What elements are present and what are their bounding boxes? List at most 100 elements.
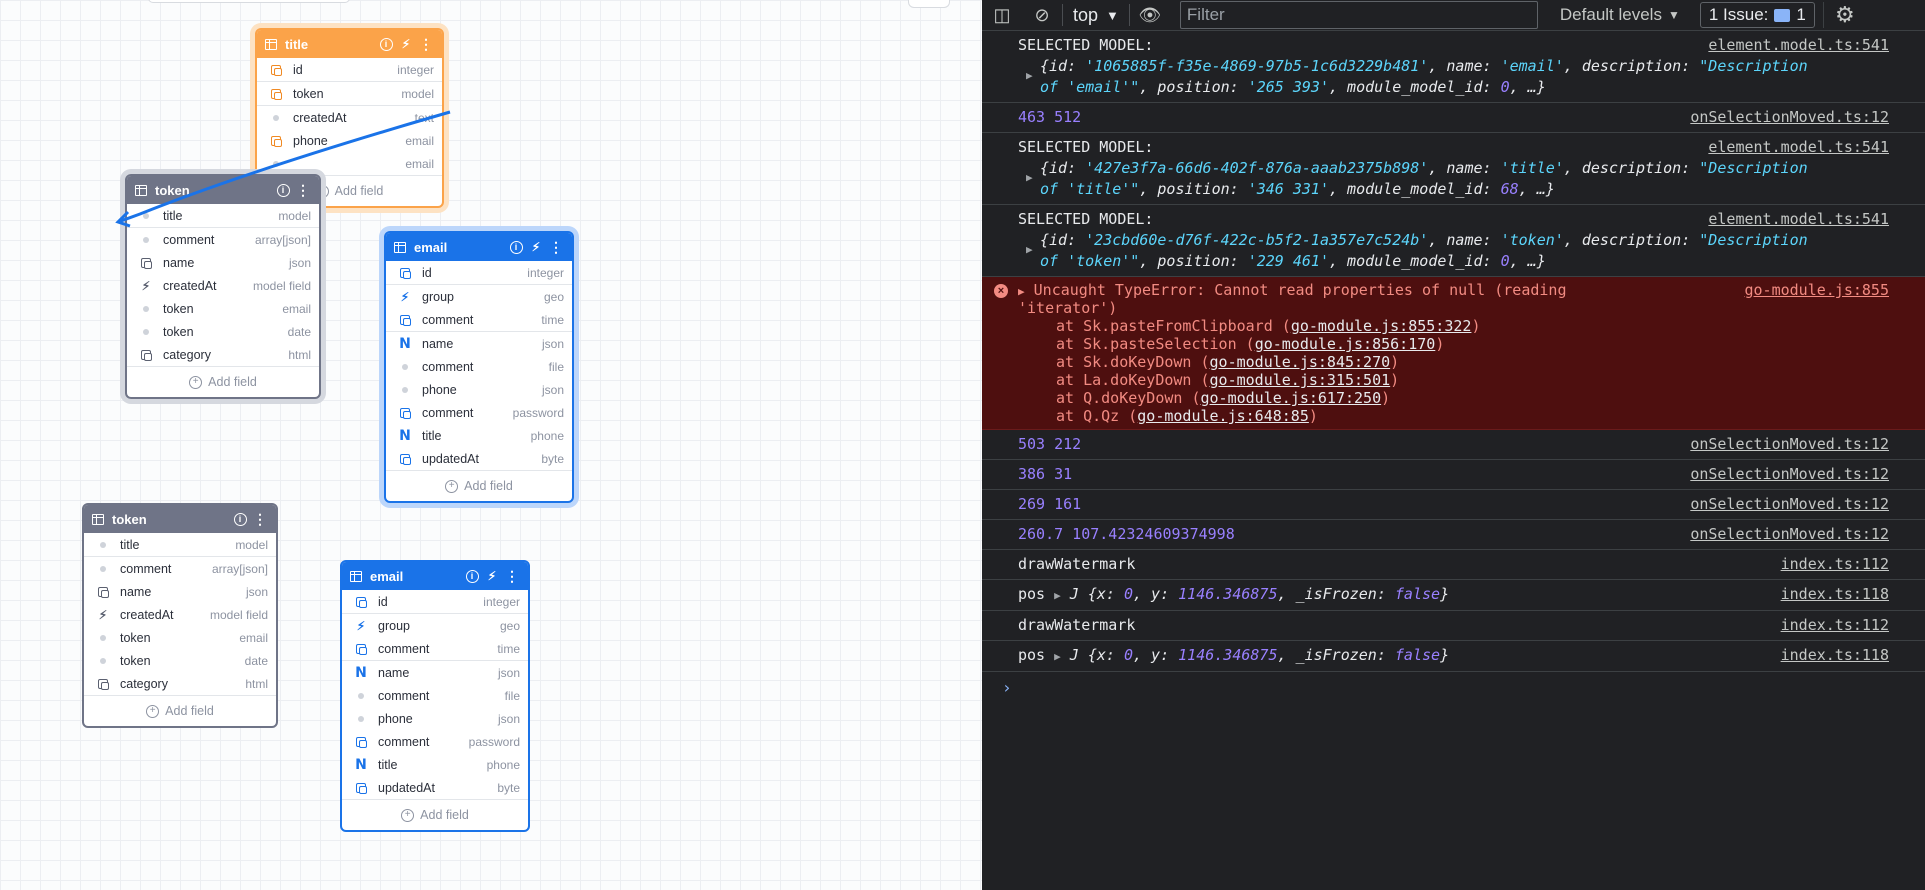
lightning-icon[interactable]: ⚡︎ bbox=[528, 239, 544, 255]
add-field-button[interactable]: + Add field bbox=[342, 799, 528, 830]
field-row[interactable]: comment time bbox=[342, 637, 528, 660]
field-row[interactable]: category html bbox=[84, 672, 276, 695]
object-preview[interactable]: J {x: 0, y: 1146.346875, _isFrozen: fals… bbox=[1070, 585, 1449, 603]
more-icon[interactable]: ⋮ bbox=[504, 568, 520, 584]
expand-triangle-icon[interactable]: ▶ bbox=[1026, 239, 1033, 260]
expand-triangle-icon[interactable]: ▶ bbox=[1026, 65, 1033, 86]
gear-icon[interactable]: ⚙ bbox=[1822, 2, 1866, 28]
field-row[interactable]: createdAt text bbox=[257, 105, 442, 129]
stack-location-link[interactable]: go-module.js:856:170 bbox=[1255, 335, 1436, 353]
field-row[interactable]: updatedAt byte bbox=[342, 776, 528, 799]
stack-location-link[interactable]: go-module.js:315:501 bbox=[1210, 371, 1391, 389]
expand-triangle-icon[interactable]: ▶ bbox=[1054, 650, 1061, 663]
field-row[interactable]: token email bbox=[127, 297, 319, 320]
more-icon[interactable]: ⋮ bbox=[252, 511, 268, 527]
entity-card-token-selected[interactable]: token i ⋮ title model comment array[json] name j… bbox=[125, 174, 321, 399]
log-source-link[interactable]: index.ts:112 bbox=[1781, 554, 1889, 575]
entity-card-email[interactable]: email i ⚡︎ ⋮ id integer ⚡︎ group geo comment time N… bbox=[340, 560, 530, 832]
filter-input[interactable]: Filter bbox=[1179, 1, 1538, 29]
field-row[interactable]: email bbox=[257, 152, 442, 175]
field-row[interactable]: ⚡︎ createdAt model field bbox=[84, 603, 276, 626]
info-icon[interactable]: i bbox=[275, 182, 291, 198]
field-row[interactable]: comment password bbox=[386, 401, 572, 424]
card-header[interactable]: token i ⋮ bbox=[127, 176, 319, 204]
field-row[interactable]: comment file bbox=[386, 355, 572, 378]
stack-location-link[interactable]: go-module.js:648:85 bbox=[1137, 407, 1309, 425]
log-source-link[interactable]: onSelectionMoved.ts:12 bbox=[1690, 107, 1889, 128]
field-row[interactable]: phone json bbox=[342, 707, 528, 730]
log-source-link[interactable]: onSelectionMoved.ts:12 bbox=[1690, 524, 1889, 545]
log-source-link[interactable]: index.ts:118 bbox=[1781, 584, 1889, 605]
log-source-link[interactable]: element.model.ts:541 bbox=[1708, 209, 1889, 230]
field-row[interactable]: ⚡︎ createdAt model field bbox=[127, 274, 319, 297]
field-row[interactable]: title model bbox=[127, 204, 319, 227]
more-icon[interactable]: ⋮ bbox=[418, 36, 434, 52]
clear-console-icon[interactable]: ⊘ bbox=[1022, 5, 1062, 26]
field-row[interactable]: id integer bbox=[257, 58, 442, 81]
field-row[interactable]: comment array[json] bbox=[127, 227, 319, 251]
field-row[interactable]: ⚡︎ group geo bbox=[342, 613, 528, 637]
add-field-button[interactable]: + Add field bbox=[386, 470, 572, 501]
field-row[interactable]: phone email bbox=[257, 129, 442, 152]
console-prompt[interactable]: › bbox=[982, 672, 1925, 703]
info-icon[interactable]: i bbox=[464, 568, 480, 584]
object-preview[interactable]: {id: '427e3f7a-66d6-402f-876a-aaab2375b8… bbox=[1018, 158, 1905, 179]
object-preview[interactable]: J {x: 0, y: 1146.346875, _isFrozen: fals… bbox=[1070, 646, 1449, 664]
field-row[interactable]: token email bbox=[84, 626, 276, 649]
field-row[interactable]: comment file bbox=[342, 684, 528, 707]
log-source-link[interactable]: element.model.ts:541 bbox=[1708, 35, 1889, 56]
field-row[interactable]: name json bbox=[127, 251, 319, 274]
log-source-link[interactable]: go-module.js:855 bbox=[1745, 281, 1890, 299]
expand-triangle-icon[interactable]: ▶ bbox=[1054, 589, 1061, 602]
field-row[interactable]: Nname json bbox=[386, 331, 572, 355]
object-preview[interactable]: {id: '1065885f-f35e-4869-97b5-1c6d3229b4… bbox=[1018, 56, 1905, 77]
entity-card-email-selected[interactable]: email i ⚡︎ ⋮ id integer ⚡︎ group geo comment time N… bbox=[384, 231, 574, 503]
log-source-link[interactable]: onSelectionMoved.ts:12 bbox=[1690, 494, 1889, 515]
log-source-link[interactable]: element.model.ts:541 bbox=[1708, 137, 1889, 158]
info-icon[interactable]: i bbox=[508, 239, 524, 255]
log-source-link[interactable]: onSelectionMoved.ts:12 bbox=[1690, 464, 1889, 485]
field-row[interactable]: token date bbox=[127, 320, 319, 343]
lightning-icon[interactable]: ⚡︎ bbox=[484, 568, 500, 584]
field-row[interactable]: Ntitle phone bbox=[342, 753, 528, 776]
info-icon[interactable]: i bbox=[232, 511, 248, 527]
entity-card-token[interactable]: token i ⋮ title model comment array[json] name j… bbox=[82, 503, 278, 728]
field-row[interactable]: updatedAt byte bbox=[386, 447, 572, 470]
lightning-icon[interactable]: ⚡︎ bbox=[398, 36, 414, 52]
eye-icon[interactable]: 👁 bbox=[1130, 5, 1170, 26]
issues-button[interactable]: 1 Issue: 1 bbox=[1699, 2, 1815, 28]
card-header[interactable]: title i ⚡︎ ⋮ bbox=[257, 30, 442, 58]
log-source-link[interactable]: onSelectionMoved.ts:12 bbox=[1690, 434, 1889, 455]
field-row[interactable]: id integer bbox=[386, 261, 572, 284]
log-source-link[interactable]: index.ts:118 bbox=[1781, 645, 1889, 666]
context-selector[interactable]: top ▼ bbox=[1063, 5, 1129, 26]
sidebar-toggle-icon[interactable]: ◫ bbox=[982, 5, 1022, 26]
object-preview[interactable]: {id: '23cbd60e-d76f-422c-b5f2-1a357e7c52… bbox=[1018, 230, 1905, 251]
card-header[interactable]: email i ⚡︎ ⋮ bbox=[386, 233, 572, 261]
card-header[interactable]: token i ⋮ bbox=[84, 505, 276, 533]
log-levels-dropdown[interactable]: Default levels ▼ bbox=[1548, 5, 1692, 25]
field-row[interactable]: Nname json bbox=[342, 660, 528, 684]
card-header[interactable]: email i ⚡︎ ⋮ bbox=[342, 562, 528, 590]
field-row[interactable]: category html bbox=[127, 343, 319, 366]
field-row[interactable]: phone json bbox=[386, 378, 572, 401]
expand-triangle-icon[interactable]: ▶ bbox=[1026, 167, 1033, 188]
field-row[interactable]: comment array[json] bbox=[84, 556, 276, 580]
stack-location-link[interactable]: go-module.js:845:270 bbox=[1210, 353, 1391, 371]
field-row[interactable]: title model bbox=[84, 533, 276, 556]
field-row[interactable]: comment time bbox=[386, 308, 572, 331]
stack-location-link[interactable]: go-module.js:855:322 bbox=[1291, 317, 1472, 335]
field-row[interactable]: token model bbox=[257, 81, 442, 105]
info-icon[interactable]: i bbox=[378, 36, 394, 52]
field-row[interactable]: token date bbox=[84, 649, 276, 672]
stack-location-link[interactable]: go-module.js:617:250 bbox=[1201, 389, 1382, 407]
field-row[interactable]: id integer bbox=[342, 590, 528, 613]
log-source-link[interactable]: index.ts:112 bbox=[1781, 615, 1889, 636]
add-field-button[interactable]: + Add field bbox=[127, 366, 319, 397]
diagram-canvas[interactable]: title i ⚡︎ ⋮ id integer token model createdAt tex… bbox=[0, 0, 982, 890]
field-row[interactable]: ⚡︎ group geo bbox=[386, 284, 572, 308]
field-row[interactable]: name json bbox=[84, 580, 276, 603]
field-row[interactable]: Ntitle phone bbox=[386, 424, 572, 447]
more-icon[interactable]: ⋮ bbox=[548, 239, 564, 255]
expand-triangle-icon[interactable]: ▶ bbox=[1018, 285, 1025, 298]
